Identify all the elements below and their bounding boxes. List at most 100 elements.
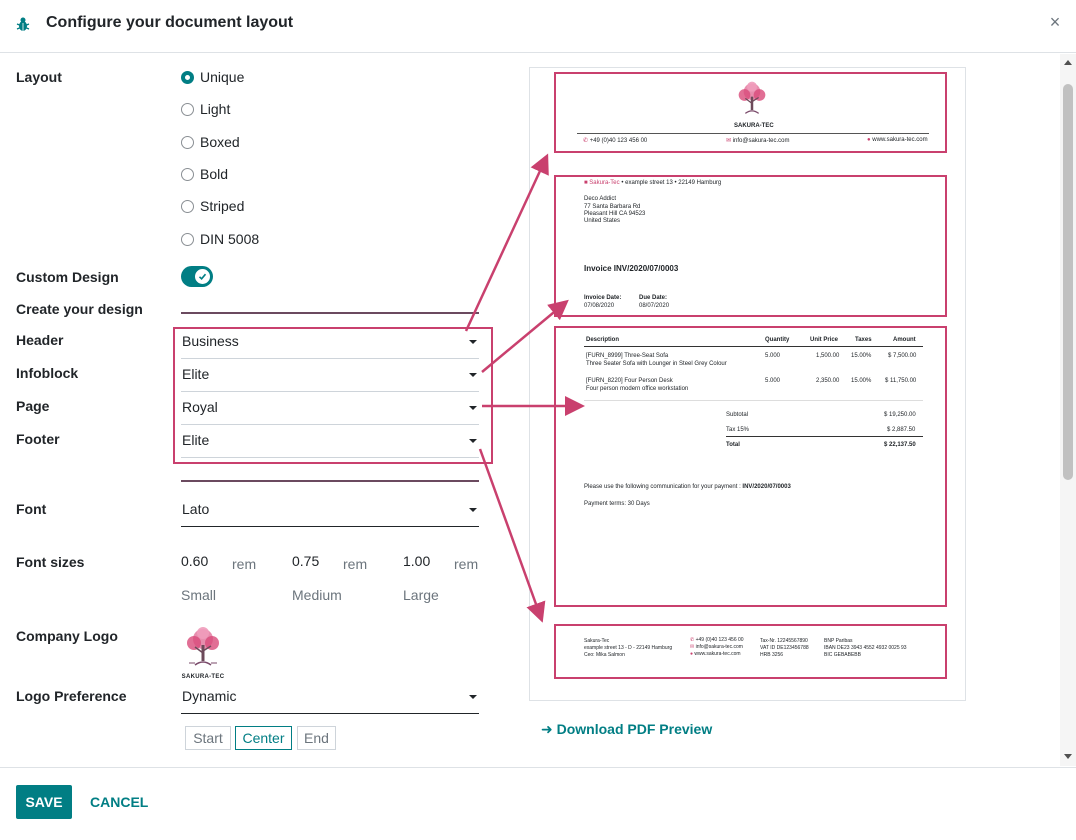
custom-design-label: Custom Design [16,269,119,285]
logo-company-name: SAKURA-TEC [181,674,225,680]
chevron-down-icon [469,508,477,512]
preview-total-rule [726,436,923,437]
font-size-large-input[interactable]: 1.00 [403,553,451,577]
preview-total: $ 22,137.50 [884,442,916,448]
sakura-tree-icon [187,627,219,666]
preview-line-desc-sub: Four person modern office workstation [586,386,689,392]
preview-th-quantity: Quantity [765,337,790,343]
preview-website-text: www.sakura-tec.com [872,137,928,143]
preview-footer-text: BNP Paribas [824,638,853,644]
infoblock-select[interactable]: Elite [181,359,479,392]
preview-tax-label: Tax 15% [726,427,750,433]
company-logo[interactable]: SAKURA-TEC [181,625,225,683]
layout-option-light[interactable]: Light [181,99,230,119]
preview-table-rule [584,346,923,347]
logo-position-start-button[interactable]: Start [185,726,231,750]
layout-option-label: DIN 5008 [200,231,260,247]
layout-label: Layout [16,69,62,85]
footer-select[interactable]: Elite [181,425,479,458]
preview-due-date-label: Due Date: [639,295,668,301]
font-label: Font [16,501,47,517]
preview-th-description: Description [586,337,620,343]
preview-invoice-date-label: Invoice Date: [584,295,622,301]
chevron-down-icon [469,406,477,410]
radio-icon[interactable] [181,135,194,149]
scrollbar-thumb[interactable] [1063,84,1073,480]
phone-icon: ✆ [690,637,695,643]
preview-lines-rule [584,400,923,401]
layout-option-bold[interactable]: Bold [181,164,228,184]
logo-preference-label: Logo Preference [16,688,127,704]
preview-infoblock-box: ■ Sakura-Tec • example street 13 • 22149… [554,175,947,317]
phone-icon: ✆ [583,138,589,144]
header-label: Header [16,332,64,348]
cancel-button[interactable]: CANCEL [90,785,148,819]
page-select[interactable]: Royal [181,392,479,425]
footer-label: Footer [16,431,60,447]
custom-design-toggle[interactable] [181,266,213,287]
font-size-small-input[interactable]: 0.60 [181,553,229,577]
check-icon [198,273,207,280]
font-size-medium-input[interactable]: 0.75 [292,553,340,577]
bug-icon [16,17,30,31]
layout-option-din5008[interactable]: DIN 5008 [181,229,259,249]
preview-due-date: 08/07/2020 [639,303,670,309]
header-select-value: Business [182,333,239,349]
download-pdf-label: Download PDF Preview [556,721,713,737]
radio-icon[interactable] [181,232,194,246]
layout-option-striped[interactable]: Striped [181,196,244,216]
preview-footer-phone: ✆ +49 (0)40 123 456 00 [690,637,744,643]
preview-line-qty: 5.000 [765,353,781,359]
font-sizes-label: Font sizes [16,554,85,570]
layout-option-unique[interactable]: Unique [181,67,244,87]
preview-invoice-title: Invoice INV/2020/07/0003 [584,264,679,273]
radio-icon[interactable] [181,199,194,213]
font-size-small-caption: Small [181,587,217,603]
close-icon[interactable]: × [1046,12,1064,32]
preview-sender-address: example street 13 • 22149 Hamburg [625,180,722,186]
preview-footer-text: VAT ID DE123456788 [760,645,809,651]
envelope-icon: ✉ [726,138,732,144]
preview-recipient-line: Deco Addict [584,196,617,202]
logo-preference-value: Dynamic [182,688,237,704]
font-select[interactable]: Lato [181,494,479,527]
preview-line-desc: [FURN_8220] Four Person Desk [586,378,673,384]
logo-preference-select[interactable]: Dynamic [181,681,479,714]
preview-footer-box: Sakura-Tec example street 13 - D - 22149… [554,624,947,679]
preview-line-amount: $ 11,750.00 [885,378,917,384]
layout-dialog: Configure your document layout × Layout … [0,0,1076,840]
envelope-icon: ✉ [690,644,695,650]
scroll-up-icon[interactable] [1064,60,1072,65]
preview-invoice-date: 07/08/2020 [584,303,615,309]
preview-line-qty: 5.000 [765,378,781,384]
preview-line-price: 1,500.00 [816,353,840,359]
layout-option-boxed[interactable]: Boxed [181,132,240,152]
chevron-down-icon [469,373,477,377]
radio-checked-icon[interactable] [181,70,194,84]
header-select[interactable]: Business [181,326,479,359]
font-size-large-unit: rem [454,556,479,572]
logo-position-center-button[interactable]: Center [235,726,292,750]
save-button[interactable]: SAVE [16,785,72,819]
preview-header-rule [577,133,929,134]
page-label: Page [16,398,50,414]
font-size-large-caption: Large [403,587,439,603]
layout-option-label: Unique [200,69,245,85]
download-pdf-link[interactable]: ➜ Download PDF Preview [541,721,712,738]
logo-position-end-button[interactable]: End [297,726,336,750]
vertical-scrollbar[interactable] [1060,54,1076,766]
preview-page-box: Description Quantity Unit Price Taxes Am… [554,326,947,607]
preview-header-email: ✉ info@sakura-tec.com [726,137,789,144]
radio-icon[interactable] [181,102,194,116]
preview-footer-text: Tax-Nr. 12245567890 [760,638,808,644]
dialog-title: Configure your document layout [46,14,294,31]
globe-icon: ● [690,651,694,657]
preview-line-desc: [FURN_8999] Three-Seat Sofa [586,353,669,359]
preview-phone-text: +49 (0)40 123 456 00 [589,138,648,144]
radio-icon[interactable] [181,167,194,181]
scroll-down-icon[interactable] [1064,754,1072,759]
preview-footer-text: Sakura-Tec [584,638,610,644]
chevron-down-icon [469,439,477,443]
font-size-medium-caption: Medium [292,587,342,603]
company-logo-label: Company Logo [16,628,118,644]
